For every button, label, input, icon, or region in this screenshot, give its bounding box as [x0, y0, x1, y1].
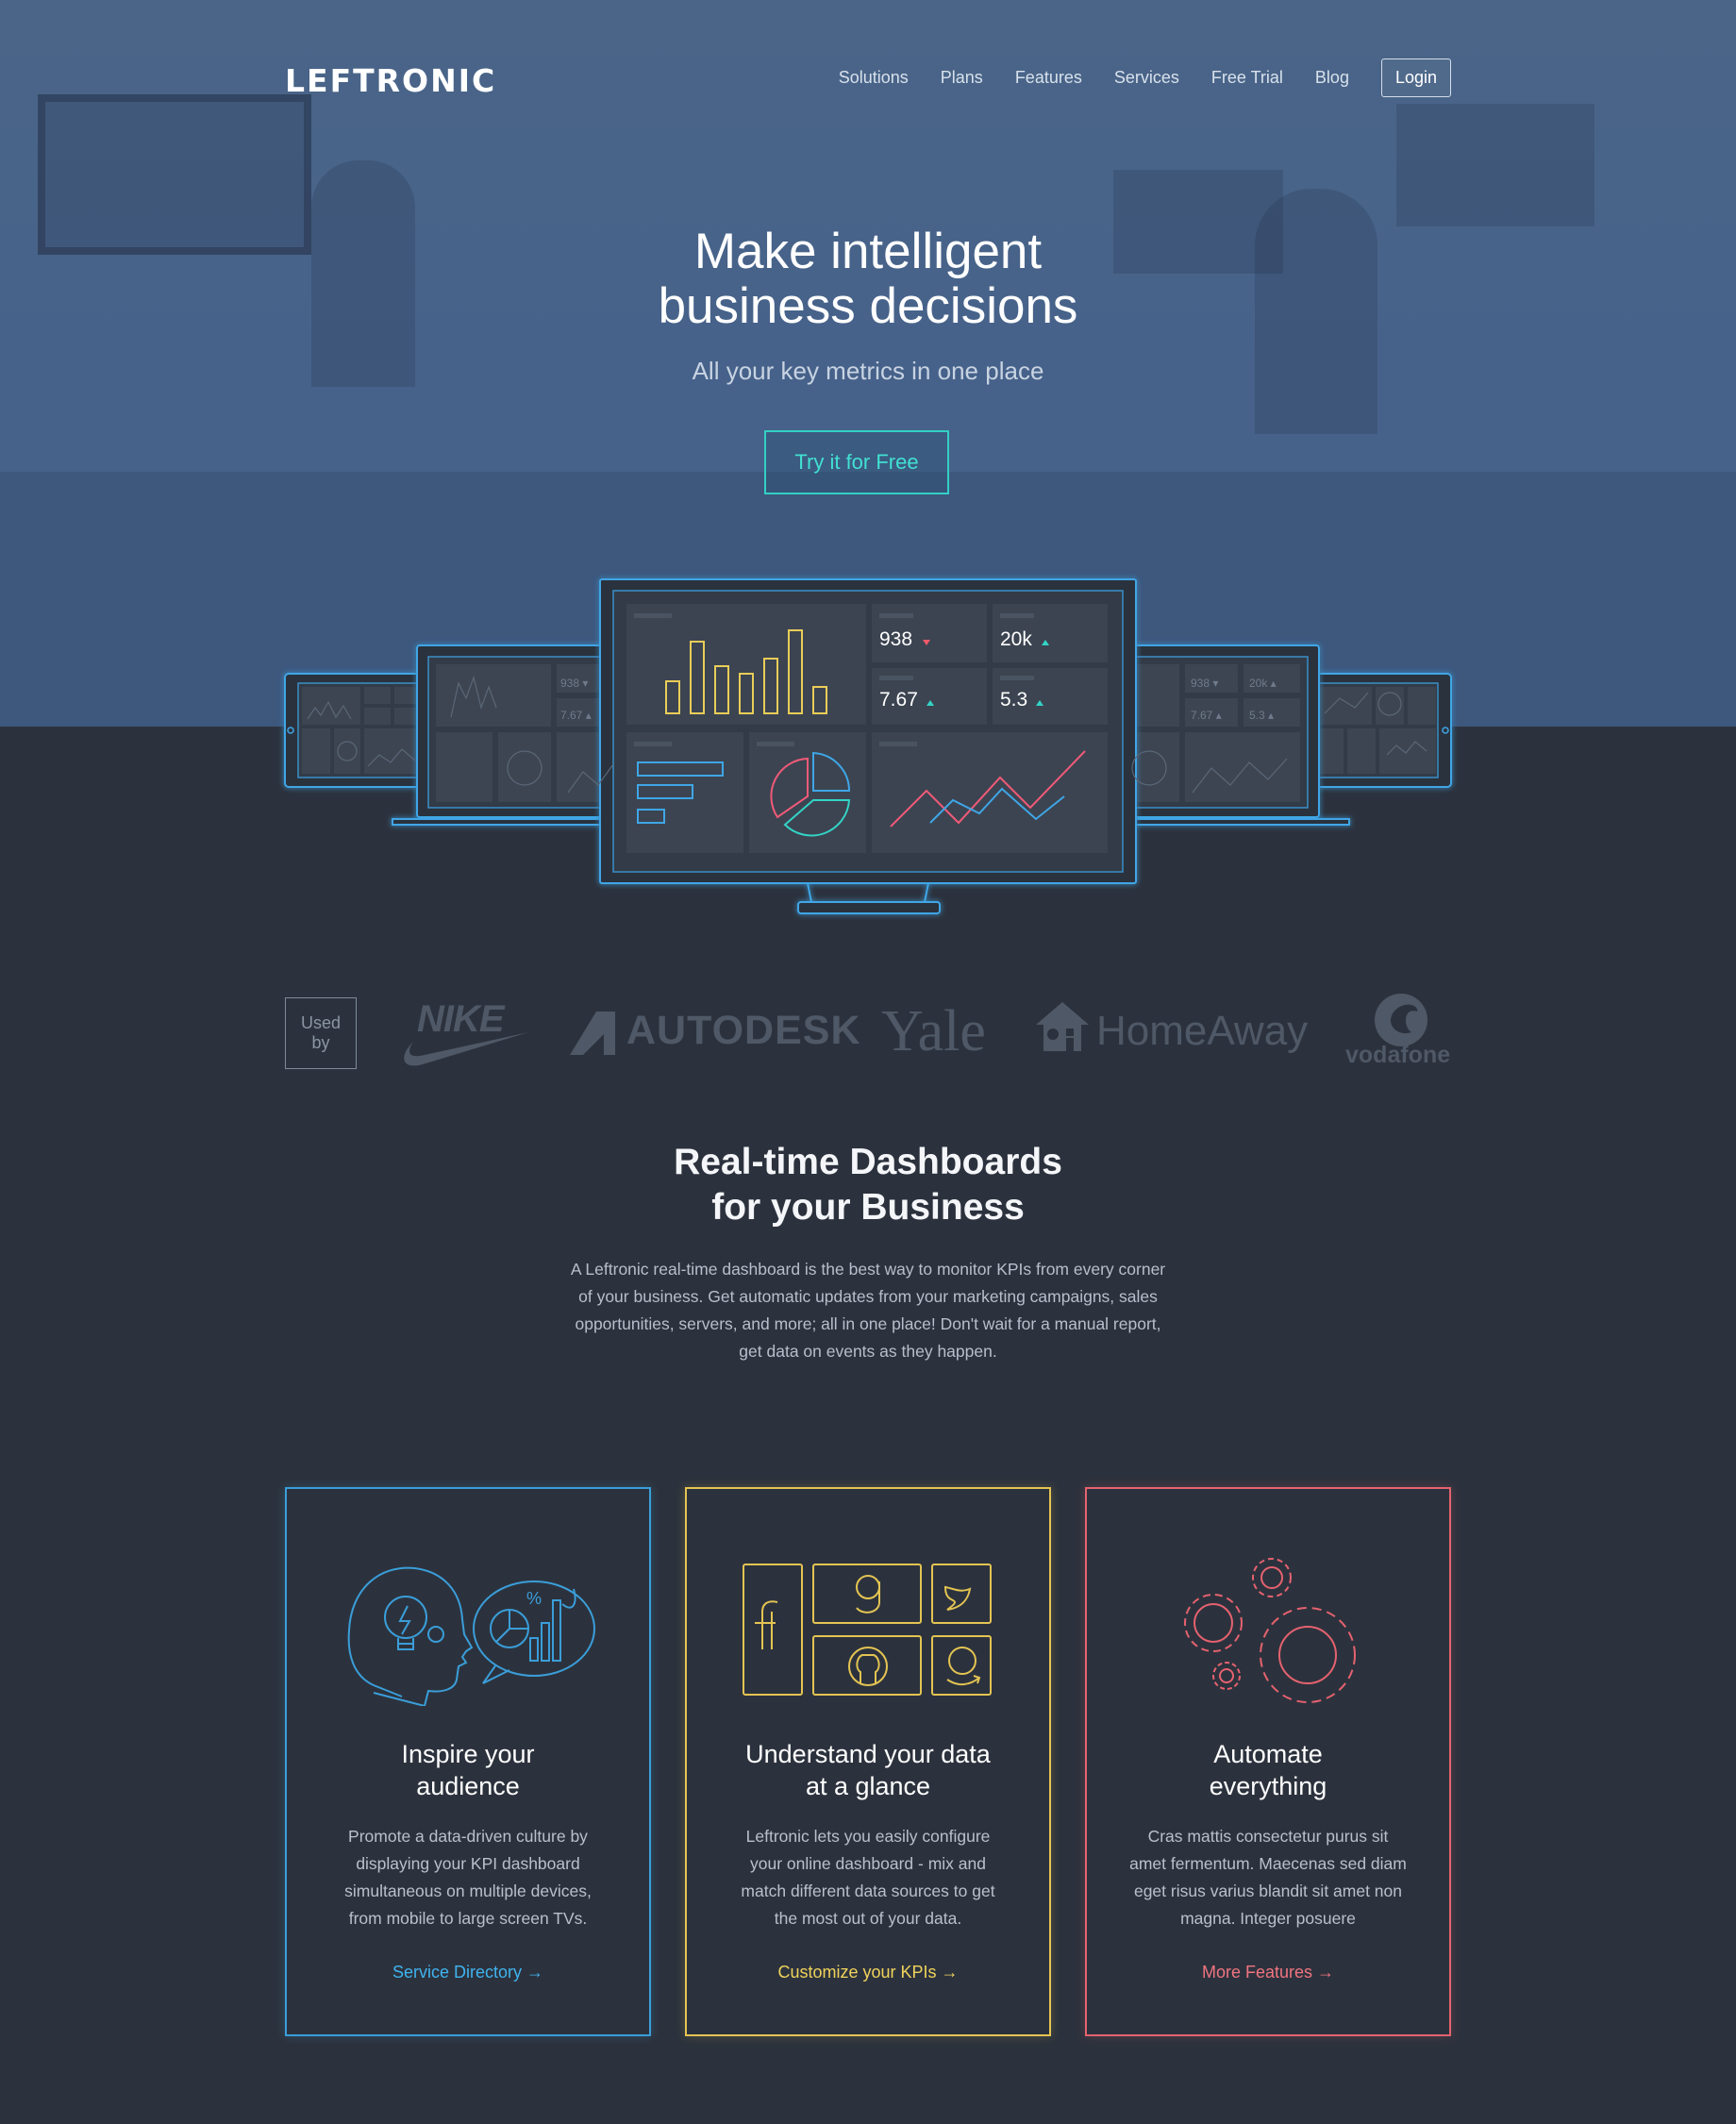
homeaway-wordmark: HomeAway [1096, 1008, 1309, 1054]
main-nav: Solutions Plans Features Services Free T… [839, 59, 1451, 97]
swoosh-icon [404, 1032, 528, 1066]
client-logo-homeaway: HomeAway [1034, 1000, 1308, 1057]
nav-features[interactable]: Features [1015, 68, 1082, 88]
laptop-left-widgets [436, 664, 619, 802]
tablet-left-widgets [302, 687, 419, 774]
card-title-line: at a glance [805, 1772, 931, 1800]
section-description: A Leftronic real-time dashboard is the b… [570, 1260, 1166, 1361]
card-description: Cras mattis consectetur purus sit amet f… [1129, 1827, 1407, 1928]
client-logo-vodafone: vodafone [1345, 993, 1455, 1072]
svg-text:20k ▴: 20k ▴ [1249, 677, 1277, 690]
svg-text:938 ▾: 938 ▾ [1191, 677, 1218, 690]
vodafone-mark-icon [1375, 994, 1427, 1046]
metric-value: 7.67 [879, 689, 918, 711]
hero-title: Make intelligent business decisions [0, 225, 1736, 334]
feature-card-automate: Automate everything Cras mattis consecte… [1085, 1487, 1451, 2036]
customize-kpis-link[interactable]: Customize your KPIs → [687, 1963, 1049, 1982]
client-logo-nike: NIKE [396, 998, 528, 1070]
section-title: Real-time Dashboards for your Business [0, 1140, 1736, 1230]
data-sources-icon [743, 1564, 992, 1696]
nav-blog[interactable]: Blog [1315, 68, 1349, 88]
login-button[interactable]: Login [1380, 59, 1451, 97]
more-features-link[interactable]: More Features → [1087, 1963, 1449, 1982]
client-logo-yale: Yale [881, 999, 986, 1063]
client-logo-autodesk: AUTODESK [568, 1006, 860, 1059]
nav-services[interactable]: Services [1114, 68, 1179, 88]
background-monitor [1396, 104, 1594, 226]
used-by-line: by [311, 1033, 330, 1052]
hero-subtitle: All your key metrics in one place [692, 357, 1044, 385]
metric-value: 5.3 [1000, 689, 1027, 711]
nav-solutions[interactable]: Solutions [839, 68, 909, 88]
vodafone-wordmark: vodafone [1345, 1042, 1451, 1068]
service-directory-link[interactable]: Service Directory → [287, 1963, 649, 1982]
dashboard-devices-illustration: 938 ▾ 7.67 ▴ 938 ▾ 20k ▴ 7.67 ▴ 5.3 ▴ 938 2… [284, 578, 1452, 914]
card-title: Understand your data at a glance [687, 1738, 1049, 1802]
card-title: Automate everything [1087, 1738, 1449, 1802]
svg-text:5.3 ▴: 5.3 ▴ [1249, 709, 1274, 722]
gears-icon [1184, 1558, 1356, 1703]
hero-title-line: business decisions [658, 278, 1078, 334]
metric-value: 938 [879, 628, 912, 650]
card-description: Promote a data-driven culture by display… [344, 1827, 592, 1928]
metric-value: 20k [1000, 628, 1032, 650]
autodesk-mark-icon [570, 1012, 615, 1055]
card-title-line: audience [416, 1772, 520, 1800]
svg-text:938 ▾: 938 ▾ [560, 677, 588, 690]
logo[interactable]: LEFTRONIC [285, 62, 496, 99]
hero-title-line: Make intelligent [693, 224, 1043, 279]
card-title-line: Automate [1213, 1740, 1323, 1768]
card-title-line: Understand your data [745, 1740, 991, 1768]
house-icon [1036, 1002, 1089, 1051]
svg-text:%: % [526, 1589, 542, 1608]
feature-card-understand: Understand your data at a glance Leftron… [685, 1487, 1051, 2036]
card-title-line: Inspire your [401, 1740, 535, 1768]
svg-text:7.67 ▴: 7.67 ▴ [1191, 709, 1222, 722]
card-title-line: everything [1209, 1772, 1327, 1800]
section-title-line: Real-time Dashboards [674, 1142, 1062, 1182]
used-by-label: Used by [285, 997, 357, 1069]
card-description: Leftronic lets you easily configure your… [741, 1827, 995, 1928]
nav-plans[interactable]: Plans [941, 68, 983, 88]
card-title: Inspire your audience [287, 1738, 649, 1802]
svg-text:7.67 ▴: 7.67 ▴ [560, 709, 592, 722]
lightbulb-head-icon: % [347, 1566, 595, 1706]
try-free-button[interactable]: Try it for Free [764, 430, 949, 494]
nav-free-trial[interactable]: Free Trial [1211, 68, 1283, 88]
used-by-line: Used [300, 1013, 342, 1032]
autodesk-wordmark: AUTODESK [626, 1008, 861, 1053]
feature-card-inspire: % Inspire your audience Promote a data-d… [285, 1487, 651, 2036]
section-title-line: for your Business [711, 1187, 1025, 1228]
